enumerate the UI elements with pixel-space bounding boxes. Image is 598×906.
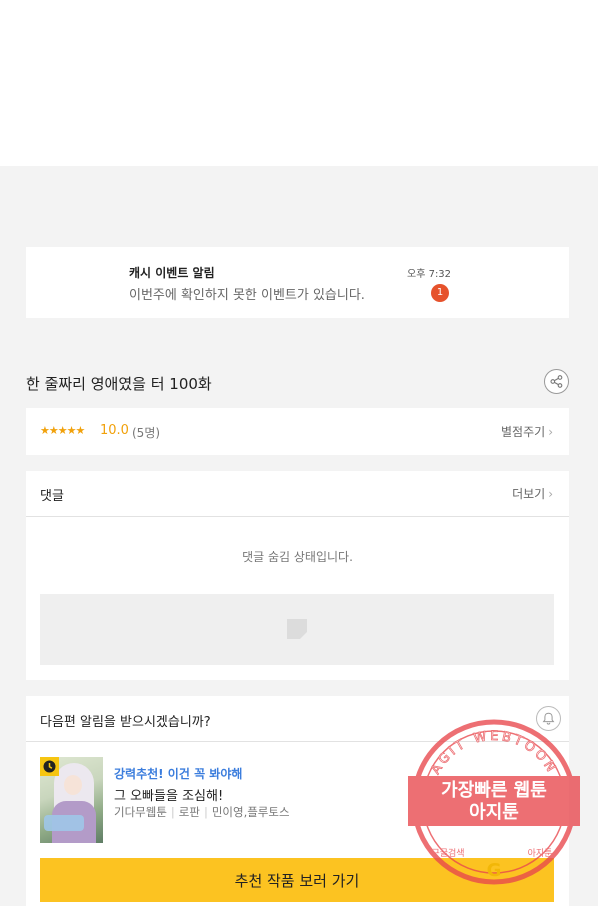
share-button[interactable] bbox=[544, 369, 569, 394]
top-blank-area bbox=[0, 0, 598, 166]
chevron-right-icon: › bbox=[548, 487, 553, 501]
next-episode-card: 다음편 알림을 받으시겠습니까? 강력추천! 이건 꼭 봐야해 그 오빠들을 조… bbox=[26, 696, 569, 906]
notify-bell-button[interactable] bbox=[536, 706, 561, 731]
share-icon bbox=[550, 375, 563, 388]
notification-badge: 1 bbox=[431, 284, 449, 302]
notification-body: 이번주에 확인하지 못한 이벤트가 있습니다. bbox=[129, 288, 365, 303]
next-episode-header: 다음편 알림을 받으시겠습니까? bbox=[26, 696, 569, 742]
comments-card: 댓글 더보기 › 댓글 숨김 상태입니다. bbox=[26, 471, 569, 680]
cash-event-notification[interactable]: 캐시 이벤트 알림 이번주에 확인하지 못한 이벤트가 있습니다. 오후 7:3… bbox=[26, 247, 569, 318]
comments-header: 댓글 더보기 › bbox=[26, 471, 569, 517]
meta-separator: | bbox=[170, 805, 175, 819]
bell-icon bbox=[542, 712, 555, 725]
episode-title: 한 줄짜리 영애였을 터 100화 bbox=[26, 375, 212, 393]
clock-icon bbox=[43, 760, 56, 773]
rating-count: (5명) bbox=[132, 426, 161, 440]
comments-more-label: 더보기 bbox=[512, 487, 546, 501]
chevron-right-icon: › bbox=[548, 425, 553, 439]
thumbnail-title-logo bbox=[44, 815, 84, 831]
comments-title: 댓글 bbox=[40, 489, 64, 504]
recommended-comic-meta: 기다무웹툰 | 로판 | 민이영,플루토스 bbox=[114, 804, 290, 820]
episode-title-row: 한 줄짜리 영애였을 터 100화 bbox=[26, 369, 569, 396]
meta-authors: 민이영,플루토스 bbox=[211, 805, 290, 819]
wait-free-badge bbox=[40, 757, 59, 776]
rating-card: ★★★★★ 10.0 (5명) 별점주기 › bbox=[26, 408, 569, 455]
ad-placeholder[interactable] bbox=[40, 594, 554, 665]
recommended-comic-title[interactable]: 그 오빠들을 조심해! bbox=[114, 785, 223, 804]
notification-title: 캐시 이벤트 알림 bbox=[129, 266, 215, 280]
next-episode-question: 다음편 알림을 받으시겠습니까? bbox=[40, 715, 211, 730]
rating-stars: ★★★★★ bbox=[40, 424, 85, 437]
comments-more-button[interactable]: 더보기 › bbox=[512, 485, 553, 502]
rate-button-label: 별점주기 bbox=[501, 425, 546, 439]
comments-hidden-message: 댓글 숨김 상태입니다. bbox=[242, 550, 353, 564]
view-recommendations-button[interactable]: 추천 작품 보러 가기 bbox=[40, 858, 554, 902]
image-placeholder-icon bbox=[287, 619, 307, 639]
rating-score: 10.0 bbox=[100, 423, 129, 438]
rate-button[interactable]: 별점주기 › bbox=[501, 423, 553, 440]
meta-separator: | bbox=[203, 805, 208, 819]
notification-time: 오후 7:32 bbox=[407, 269, 452, 280]
meta-genre: 로판 bbox=[178, 805, 200, 819]
recommendation-tag: 강력추천! 이건 꼭 봐야해 bbox=[114, 767, 243, 781]
thumbnail-art-face bbox=[64, 775, 82, 795]
meta-category: 기다무웹툰 bbox=[114, 805, 167, 819]
recommended-comic-thumbnail[interactable] bbox=[40, 757, 103, 843]
